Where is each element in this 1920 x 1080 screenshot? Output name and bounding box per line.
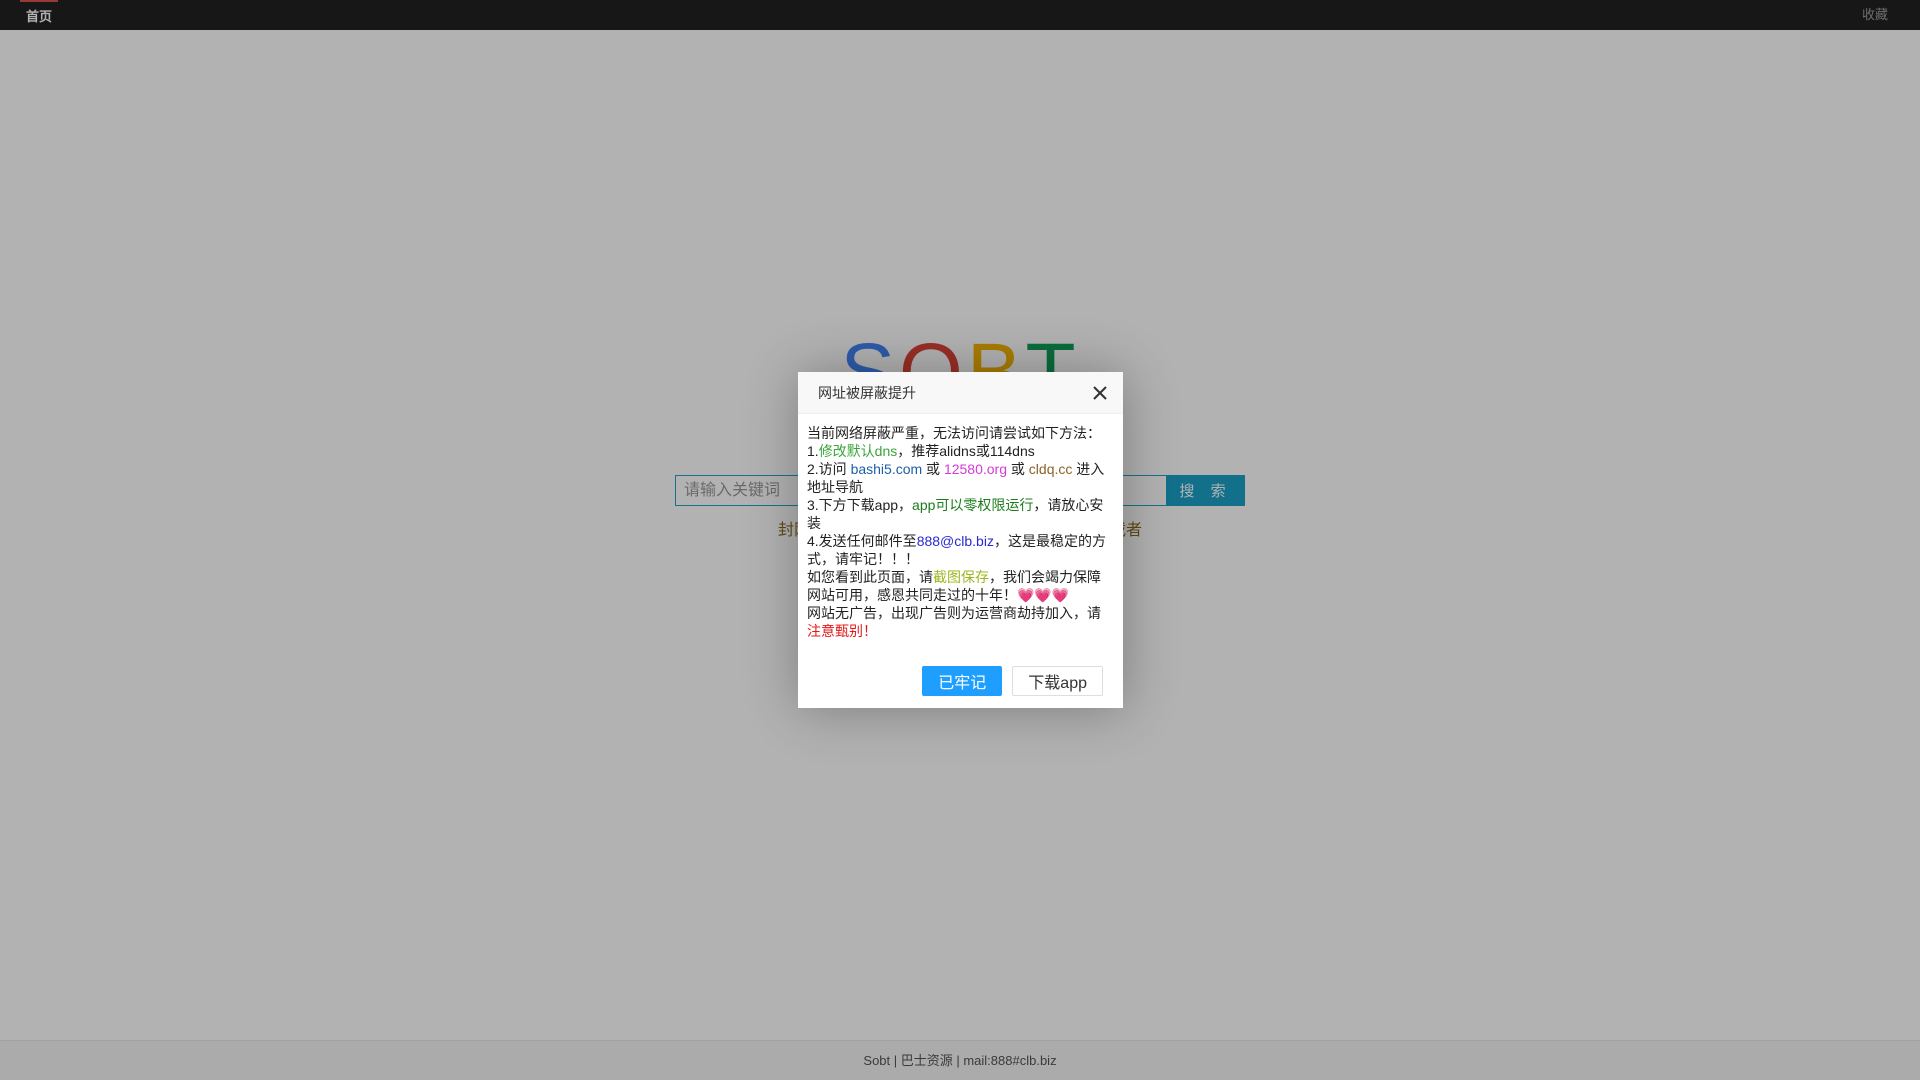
- close-icon[interactable]: [1091, 384, 1109, 402]
- line2-or-2: 或: [1007, 461, 1029, 477]
- line1-suffix: ，推荐alidns或114dns: [897, 443, 1035, 459]
- line3-highlight: app可以零权限运行: [912, 497, 1034, 513]
- line2-or-1: 或: [922, 461, 944, 477]
- line4-prefix: 4.发送任何邮件至: [807, 533, 917, 549]
- dialog-footer: 已牢记 下载app: [922, 666, 1103, 696]
- dialog-body: 当前网络屏蔽严重，无法访问请尝试如下方法： 1.修改默认dns，推荐alidns…: [798, 414, 1123, 640]
- change-dns-link[interactable]: 修改默认dns: [819, 443, 898, 459]
- download-app-button[interactable]: 下载app: [1012, 666, 1103, 696]
- line5-highlight: 截图保存: [933, 569, 989, 585]
- line1-prefix: 1.: [807, 443, 819, 459]
- line2-prefix: 2.访问: [807, 461, 851, 477]
- line3-prefix: 3.下方下载app，: [807, 497, 913, 513]
- bashi5-link[interactable]: bashi5.com: [851, 461, 923, 477]
- dialog-title: 网址被屏蔽提升: [818, 385, 916, 401]
- dialog-intro: 当前网络屏蔽严重，无法访问请尝试如下方法：: [807, 425, 1101, 441]
- email-link[interactable]: 888@clb.biz: [917, 533, 994, 549]
- dialog-line-2: 2.访问 bashi5.com 或 12580.org 或 cldq.cc 进入…: [807, 460, 1114, 496]
- line6-prefix: 网站无广告，出现广告则为运营商劫持加入，请: [807, 605, 1101, 621]
- hearts-icon: 💗💗💗: [1017, 587, 1070, 603]
- dialog-line-5: 如您看到此页面，请截图保存，我们会竭力保障网站可用，感恩共同走过的十年！💗💗💗: [807, 568, 1114, 604]
- line6-highlight: 注意甄别！: [807, 623, 877, 639]
- cldq-link[interactable]: cldq.cc: [1029, 461, 1073, 477]
- line5-prefix: 如您看到此页面，请: [807, 569, 933, 585]
- dialog-line-3: 3.下方下载app，app可以零权限运行，请放心安装: [807, 496, 1114, 532]
- 12580-link[interactable]: 12580.org: [944, 461, 1007, 477]
- dialog-line-1: 1.修改默认dns，推荐alidns或114dns: [807, 442, 1114, 460]
- dialog-header: 网址被屏蔽提升: [798, 372, 1123, 414]
- confirm-button[interactable]: 已牢记: [922, 666, 1003, 696]
- dialog-line-4: 4.发送任何邮件至888@clb.biz，这是最稳定的方式，请牢记！！！: [807, 532, 1114, 568]
- blocked-url-dialog: 网址被屏蔽提升 当前网络屏蔽严重，无法访问请尝试如下方法： 1.修改默认dns，…: [798, 372, 1123, 708]
- dialog-line-6: 网站无广告，出现广告则为运营商劫持加入，请注意甄别！: [807, 604, 1114, 640]
